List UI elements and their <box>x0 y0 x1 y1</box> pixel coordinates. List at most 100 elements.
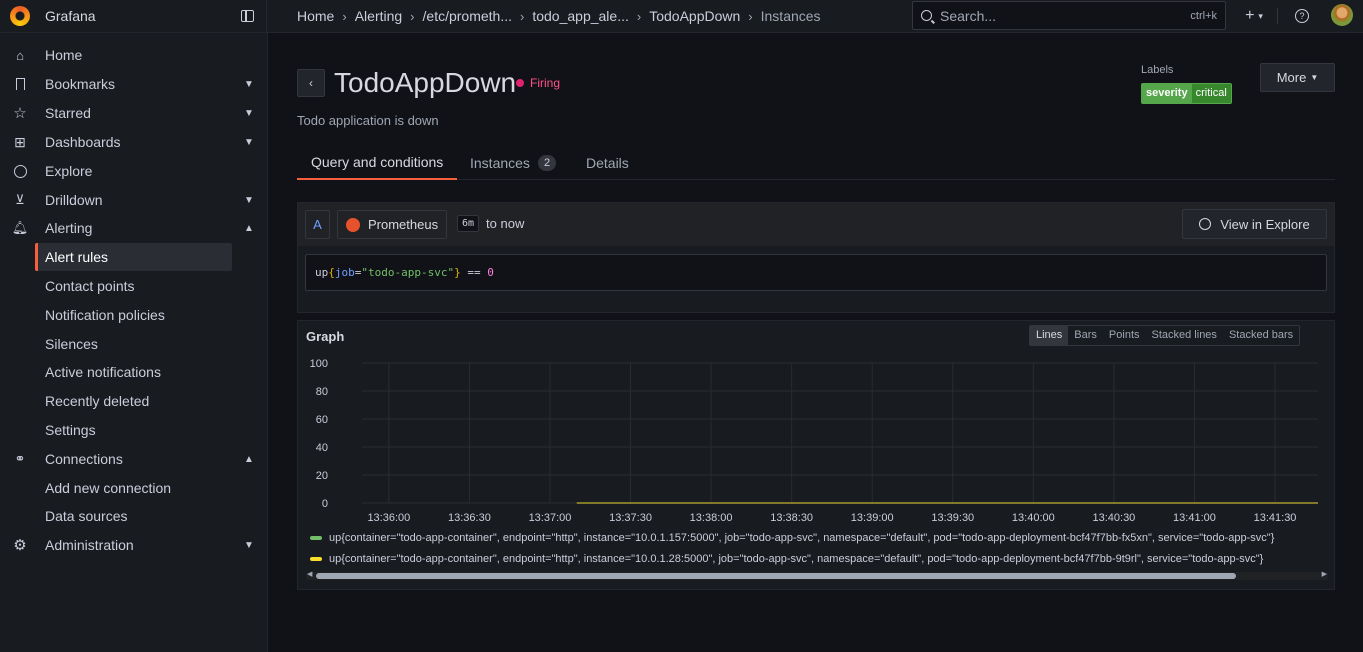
legend-label: up{container="todo-app-container", endpo… <box>329 552 1264 565</box>
scrollbar-thumb[interactable] <box>316 573 1236 579</box>
bell-icon: 🔔︎ <box>11 220 29 235</box>
sidebar-item-silences[interactable]: Silences <box>0 330 267 358</box>
search-bar[interactable]: ctrl+k <box>912 1 1226 30</box>
expr-function: up <box>315 266 329 279</box>
sidebar-item-recently-deleted[interactable]: Recently deleted <box>0 387 267 415</box>
mode-lines[interactable]: Lines <box>1030 326 1069 345</box>
chevron-down-icon[interactable]: ▼ <box>244 137 254 148</box>
dock-menu-icon[interactable] <box>241 10 254 22</box>
scroll-left-icon[interactable]: ◀ <box>307 570 312 578</box>
search-shortcut: ctrl+k <box>1190 9 1217 22</box>
sidebar-item-label: Add new connection <box>45 480 172 496</box>
help-button[interactable]: ? <box>1292 4 1312 28</box>
y-tick-label: 0 <box>322 498 328 510</box>
sidebar-item-alert-rules[interactable]: Alert rules <box>35 243 232 271</box>
tab-details[interactable]: Details <box>586 145 629 180</box>
breadcrumb-group[interactable]: todo_app_ale... <box>532 8 629 24</box>
chevron-down-icon[interactable]: ▼ <box>244 540 254 551</box>
chevron-right-icon: › <box>410 8 415 24</box>
sidebar-item-label: Data sources <box>45 508 128 524</box>
breadcrumb-alerting[interactable]: Alerting <box>355 8 402 24</box>
view-in-explore-button[interactable]: View in Explore <box>1182 209 1327 239</box>
sidebar-item-administration[interactable]: ⚙ Administration ▼ <box>0 531 267 559</box>
time-range: 6m to now <box>457 215 524 232</box>
mode-stacked-bars[interactable]: Stacked bars <box>1223 326 1299 345</box>
query-ref[interactable]: A <box>305 210 330 239</box>
timeseries-chart[interactable]: 0 20 40 60 80 100 13:36:00 13:36:30 13:37:00 13:3… <box>298 351 1334 527</box>
avatar[interactable] <box>1331 4 1353 26</box>
sidebar-item-label: Active notifications <box>45 364 161 380</box>
breadcrumb-rule[interactable]: TodoAppDown <box>649 8 740 24</box>
more-button[interactable]: More ▼ <box>1260 63 1335 92</box>
sidebar-item-label: Connections <box>45 451 123 467</box>
sidebar-item-label: Settings <box>45 422 96 438</box>
mode-points[interactable]: Points <box>1103 326 1146 345</box>
chevron-down-icon[interactable]: ▼ <box>244 79 254 90</box>
legend-item[interactable]: up{container="todo-app-container", endpo… <box>306 548 1328 569</box>
time-range-badge[interactable]: 6m <box>457 215 480 232</box>
label-badge: severity critical <box>1141 83 1232 104</box>
sidebar-item-active-notifications[interactable]: Active notifications <box>0 358 267 386</box>
y-tick-label: 60 <box>316 414 328 426</box>
sidebar-item-contact-points[interactable]: Contact points <box>0 272 267 300</box>
chevron-down-icon[interactable]: ▼ <box>244 108 254 119</box>
x-tick-label: 13:39:00 <box>851 512 894 524</box>
legend-scrollbar[interactable]: ◀ ▶ <box>306 570 1328 580</box>
sidebar-item-alerting[interactable]: 🔔︎ Alerting ▲ <box>0 214 267 242</box>
breadcrumb-namespace[interactable]: /etc/prometh... <box>423 8 512 24</box>
mode-stacked-lines[interactable]: Stacked lines <box>1146 326 1223 345</box>
sidebar-item-label: Explore <box>45 163 93 179</box>
tab-query-and-conditions[interactable]: Query and conditions <box>297 145 458 180</box>
breadcrumb-home[interactable]: Home <box>297 8 334 24</box>
main-content: ‹ TodoAppDown Firing Todo application is… <box>268 33 1363 652</box>
compass-icon <box>1199 218 1212 230</box>
sidebar-item-settings[interactable]: Settings <box>0 416 267 444</box>
search-input[interactable] <box>940 7 1191 24</box>
breadcrumb-current: Instances <box>760 8 821 24</box>
x-tick-label: 13:38:00 <box>690 512 733 524</box>
sidebar-item-data-sources[interactable]: Data sources <box>0 502 267 530</box>
sidebar-item-notification-policies[interactable]: Notification policies <box>0 301 267 329</box>
chevron-down-icon[interactable]: ▼ <box>244 195 254 206</box>
status-badge: Firing <box>516 76 560 90</box>
tab-counter: 2 <box>537 154 557 171</box>
sidebar-item-add-new-connection[interactable]: Add new connection <box>0 474 267 502</box>
chevron-up-icon[interactable]: ▲ <box>244 454 254 465</box>
datasource-picker[interactable]: Prometheus <box>337 210 448 239</box>
query-expression[interactable]: up{job="todo-app-svc"} == 0 <box>305 254 1327 291</box>
x-tick-label: 13:37:00 <box>529 512 572 524</box>
sidebar-item-starred[interactable]: ☆ Starred ▼ <box>0 99 267 127</box>
chevron-right-icon: › <box>520 8 525 24</box>
sidebar-item-label: Drilldown <box>45 192 103 208</box>
sidebar-item-bookmarks[interactable]: Bookmarks ▼ <box>0 70 267 98</box>
chevron-up-icon[interactable]: ▲ <box>244 223 254 234</box>
expr-brace: { <box>328 266 335 279</box>
chevron-right-icon: › <box>342 8 347 24</box>
sidebar-item-dashboards[interactable]: ⊞ Dashboards ▼ <box>0 128 267 156</box>
cog-icon: ⚙ <box>13 537 27 554</box>
sidebar-item-label: Alert rules <box>45 249 109 265</box>
sidebar-item-label: Home <box>45 47 83 63</box>
query-header: A Prometheus 6m to now View in Explore <box>298 203 1334 246</box>
home-icon: ⌂ <box>16 47 24 63</box>
compass-icon <box>12 163 28 179</box>
page-title: TodoAppDown <box>334 67 517 98</box>
tab-label: Query and conditions <box>311 153 444 170</box>
grafana-logo-icon[interactable] <box>10 6 30 26</box>
label-value: critical <box>1191 84 1231 103</box>
sidebar-item-drilldown[interactable]: ⊻ Drilldown ▼ <box>0 186 267 214</box>
x-tick-label: 13:40:30 <box>1092 512 1135 524</box>
mode-bars[interactable]: Bars <box>1068 326 1103 345</box>
back-button[interactable]: ‹ <box>297 69 325 97</box>
sidebar-item-home[interactable]: ⌂ Home <box>0 41 267 69</box>
tab-instances[interactable]: Instances 2 <box>470 145 557 180</box>
legend-item[interactable]: up{container="todo-app-container", endpo… <box>306 527 1328 548</box>
sidebar-item-explore[interactable]: Explore <box>0 157 267 185</box>
sidebar-item-label: Silences <box>45 336 98 352</box>
add-button[interactable]: + ▾ <box>1240 4 1268 28</box>
graph-mode-selector: Lines Bars Points Stacked lines Stacked … <box>1029 325 1301 346</box>
sidebar-item-connections[interactable]: ⚭ Connections ▲ <box>0 445 267 473</box>
toolbar-divider <box>1277 8 1278 24</box>
scroll-right-icon[interactable]: ▶ <box>1322 570 1327 578</box>
expr-brace: } <box>454 266 461 279</box>
